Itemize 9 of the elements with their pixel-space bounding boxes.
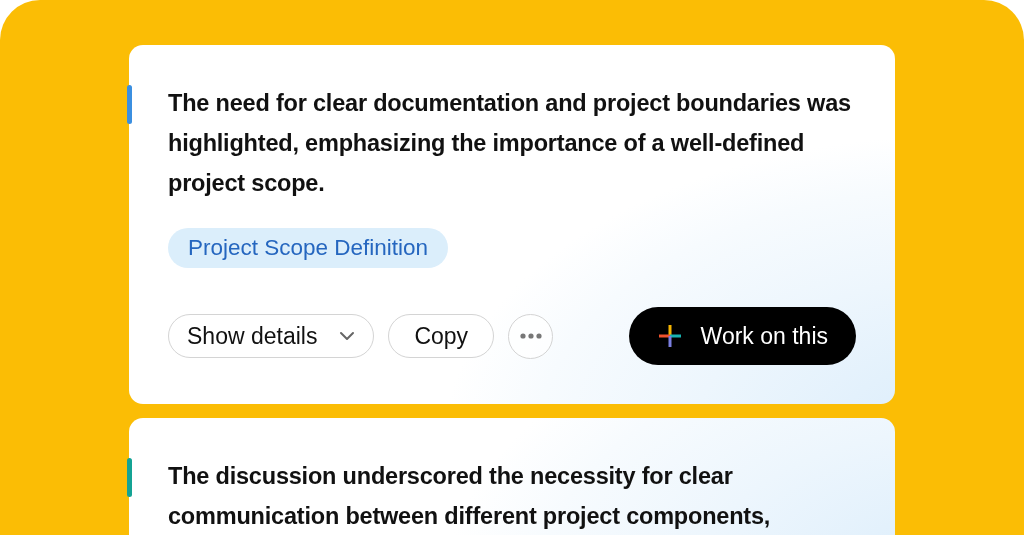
plus-icon bbox=[656, 323, 683, 349]
work-on-this-button[interactable]: Work on this bbox=[628, 307, 856, 365]
chevron-down-icon bbox=[339, 331, 356, 341]
summary-text: The need for clear documentation and project boundaries was highlighted, emphasizing the importance of a well-defined project scope. bbox=[168, 89, 852, 198]
copy-button[interactable]: Copy bbox=[388, 314, 495, 358]
more-icon bbox=[519, 333, 542, 339]
summary-text: The discussion underscored the necessity for clear communication between different project components, bbox=[168, 462, 772, 531]
show-details-button[interactable]: Show details bbox=[168, 314, 375, 358]
topic-tag[interactable]: Project Scope Definition bbox=[168, 228, 449, 268]
